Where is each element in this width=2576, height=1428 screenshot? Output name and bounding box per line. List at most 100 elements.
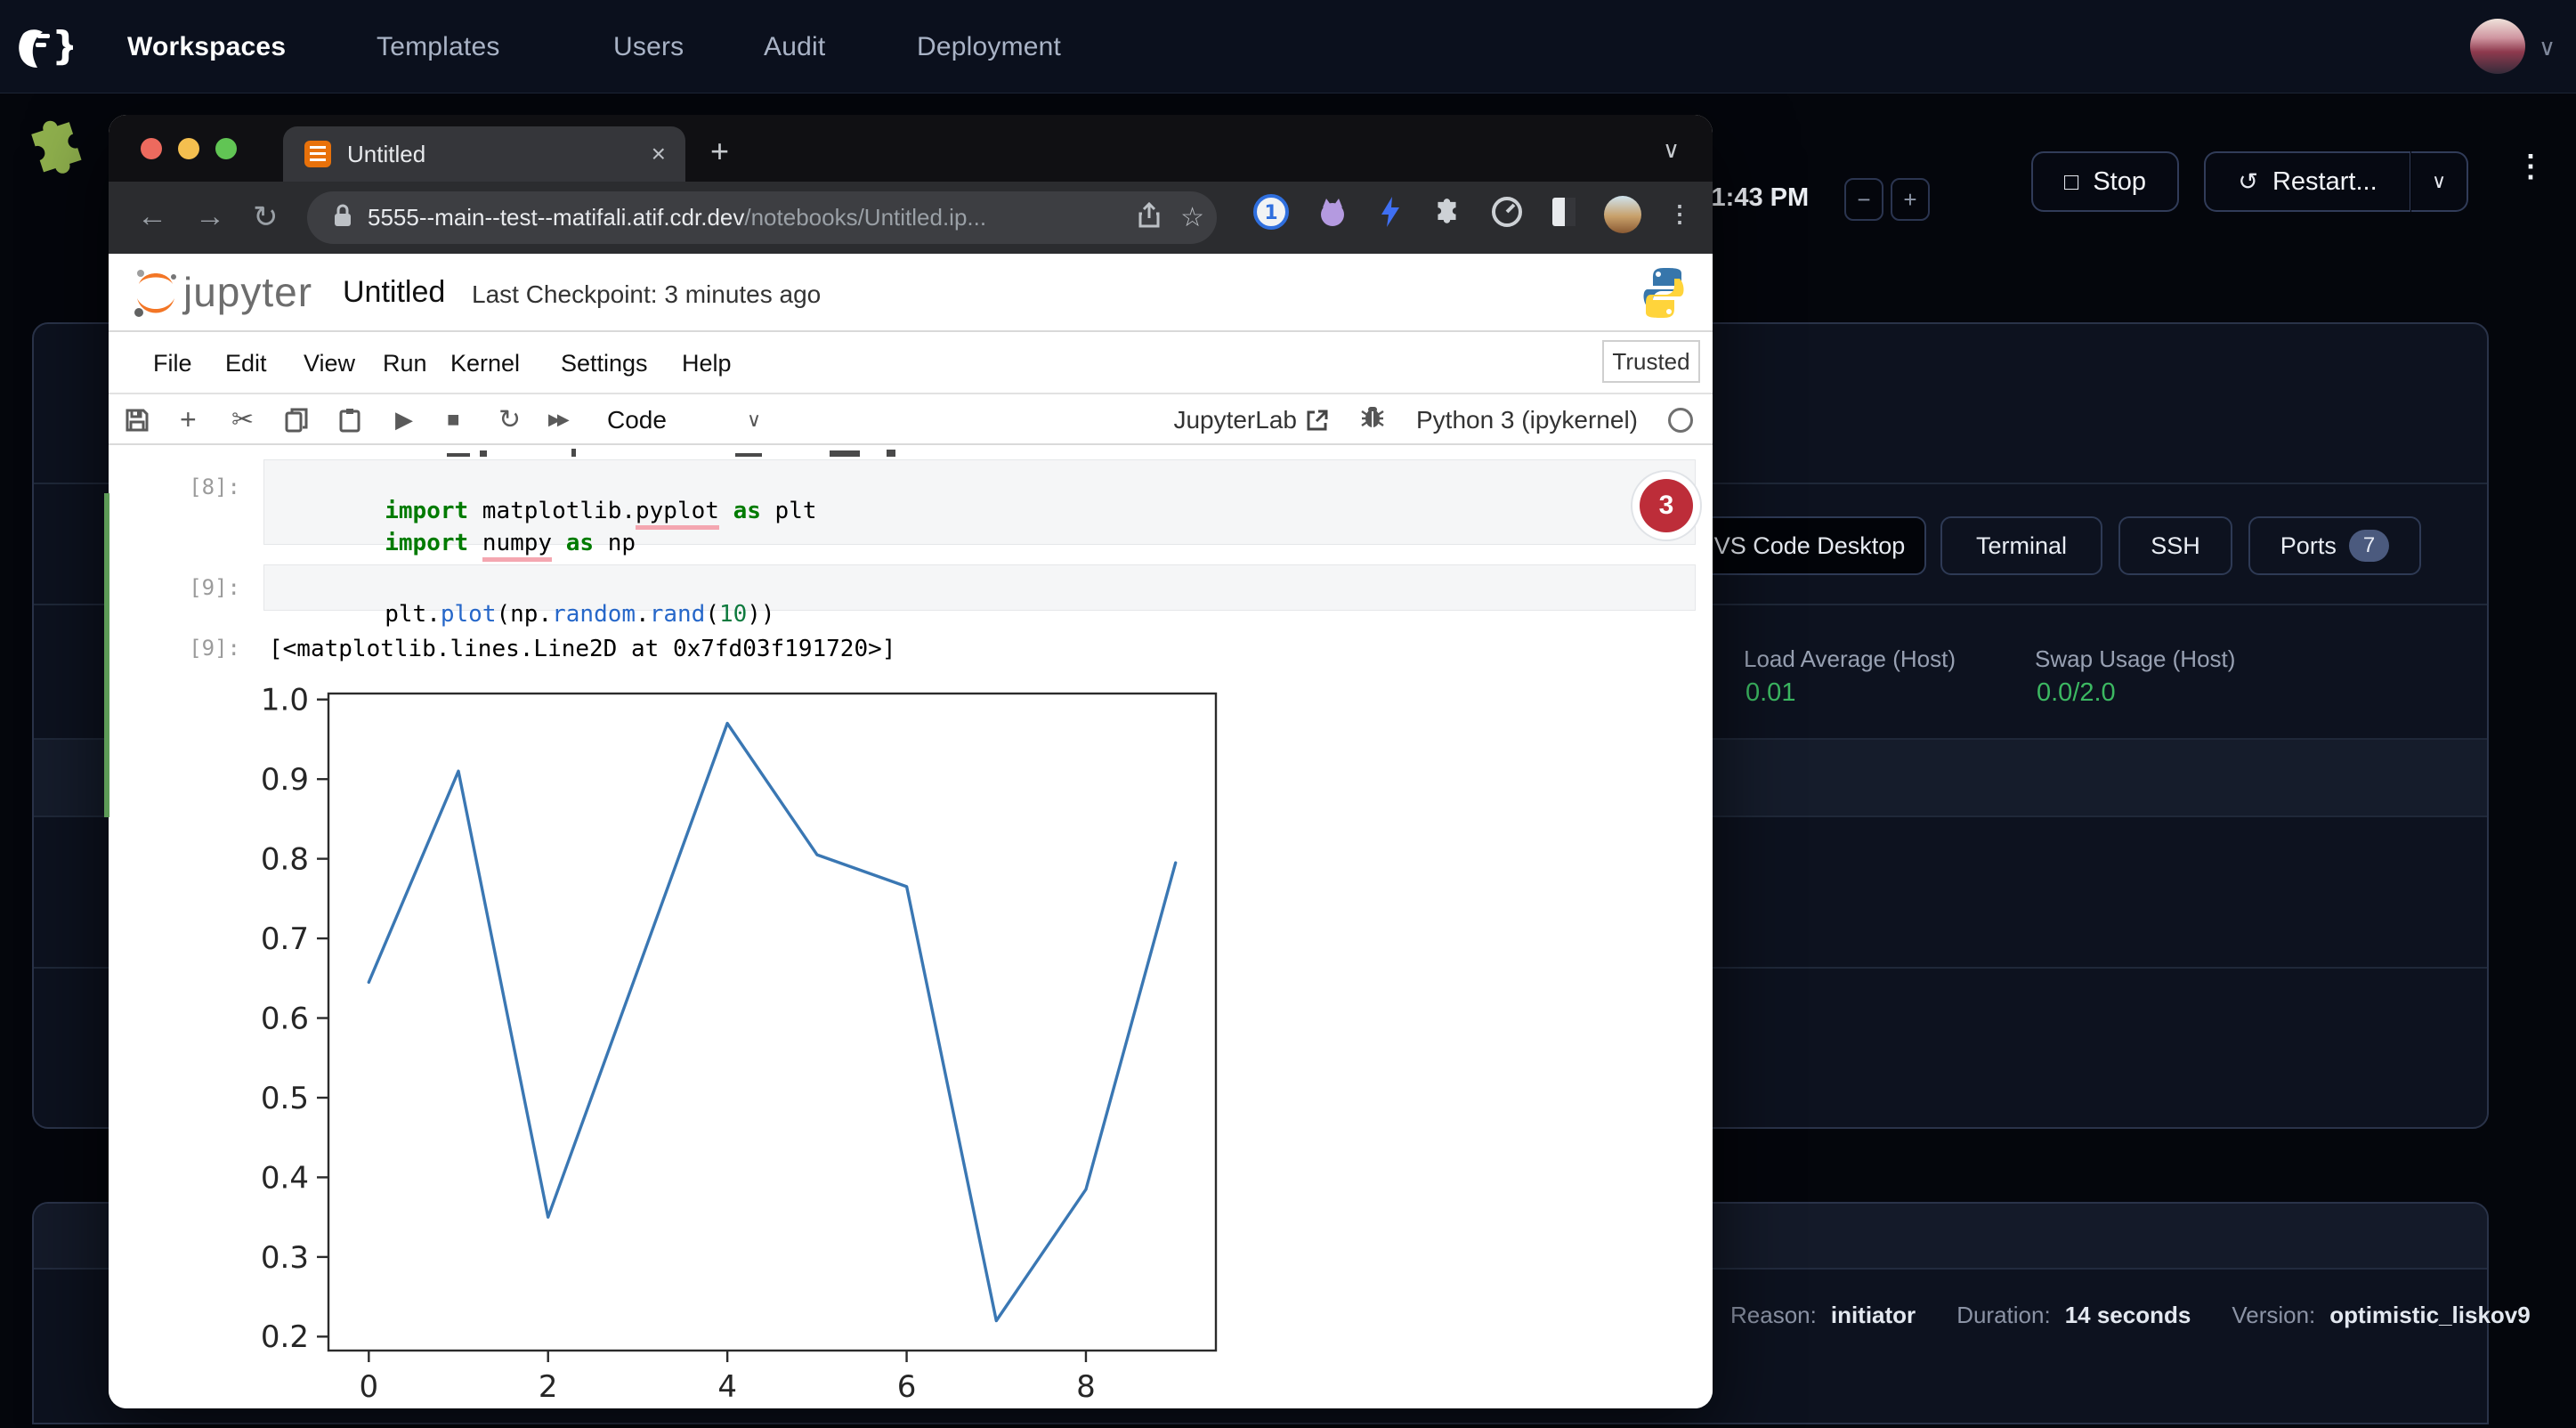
lock-icon (332, 203, 353, 232)
menu-run[interactable]: Run (383, 332, 427, 394)
output-repr: [<matplotlib.lines.Line2D at 0x7fd03f191… (269, 636, 895, 662)
forward-icon[interactable]: → (195, 199, 225, 234)
nav-item-workspaces[interactable]: Workspaces (127, 0, 286, 93)
swap-usage-value: 0.0/2.0 (2037, 678, 2116, 708)
new-tab-button[interactable]: + (710, 133, 729, 170)
notebook-title[interactable]: Untitled (343, 275, 445, 310)
trusted-button[interactable]: Trusted (1602, 340, 1700, 383)
code-cell-8[interactable]: import matplotlib.pyplot as plt import n… (263, 459, 1696, 545)
code-token: rand (650, 601, 706, 628)
svg-text:0.3: 0.3 (261, 1240, 309, 1276)
url-bar[interactable]: 5555--main--test--matifali.atif.cdr.dev/… (307, 191, 1217, 244)
code-token: np (594, 530, 636, 556)
tab-terminal[interactable]: Terminal (1940, 516, 2102, 575)
copy-cells-icon[interactable] (285, 394, 308, 445)
close-tab-icon[interactable]: × (652, 140, 666, 168)
menu-settings[interactable]: Settings (561, 332, 648, 394)
coder-logo[interactable]: } (16, 20, 73, 77)
stop-label: Stop (2093, 167, 2146, 197)
menu-view[interactable]: View (304, 332, 355, 394)
svg-text:4: 4 (717, 1369, 737, 1402)
tab-label: Ports (2280, 532, 2337, 560)
onepassword-extension-icon[interactable]: 1 (1253, 194, 1289, 234)
reload-icon[interactable]: ↻ (253, 199, 279, 235)
menu-edit[interactable]: Edit (225, 332, 267, 394)
browser-tab[interactable]: Untitled × (283, 126, 685, 182)
code-token: random (552, 601, 636, 628)
stop-button[interactable]: □ Stop (2031, 151, 2179, 212)
share-icon[interactable] (1138, 202, 1161, 233)
green-edge-bar (104, 493, 109, 817)
menu-help[interactable]: Help (682, 332, 732, 394)
extensions-puzzle-icon[interactable] (1431, 196, 1463, 232)
svg-text:}: } (52, 23, 73, 69)
svg-text:6: 6 (897, 1369, 917, 1402)
workspace-menu-button[interactable]: ⋮ (2515, 158, 2546, 174)
menu-kernel[interactable]: Kernel (450, 332, 520, 394)
zoom-in-button[interactable]: + (1891, 178, 1930, 221)
debugger-bug-icon[interactable] (1359, 404, 1386, 435)
interrupt-kernel-icon[interactable]: ■ (447, 394, 460, 445)
svg-text:8: 8 (1076, 1369, 1096, 1402)
swap-usage-label: Swap Usage (Host) (2035, 645, 2235, 673)
svg-text:2: 2 (539, 1369, 558, 1402)
browser-profile-avatar[interactable] (1604, 196, 1641, 233)
clipped-cell-line (263, 447, 1332, 457)
bookmark-star-icon[interactable]: ☆ (1180, 202, 1204, 233)
restart-icon: ↺ (2238, 168, 2258, 196)
code-token: 10 (719, 601, 747, 628)
nav-item-users[interactable]: Users (613, 0, 684, 93)
stop-icon: □ (2064, 168, 2078, 196)
menu-file[interactable]: File (153, 332, 192, 394)
restart-kernel-icon[interactable]: ↻ (498, 394, 521, 445)
code-token: import (385, 530, 468, 556)
paste-cells-icon[interactable] (338, 394, 361, 445)
cell-type-dropdown[interactable]: Code ∨ (607, 394, 761, 445)
kernel-name[interactable]: Python 3 (ipykernel) (1416, 406, 1638, 434)
minimize-window-button[interactable] (178, 138, 199, 159)
python-logo (1640, 264, 1687, 326)
tab-ports[interactable]: Ports 7 (2248, 516, 2421, 575)
tab-ssh[interactable]: SSH (2118, 516, 2232, 575)
svg-text:0.8: 0.8 (261, 842, 309, 878)
cut-cells-icon[interactable]: ✂ (231, 394, 254, 445)
chevron-down-icon: ∨ (2432, 170, 2446, 193)
code-cell-9[interactable]: plt.plot(np.random.rand(10)) (263, 564, 1696, 611)
code-token-misspelled: pyplot (636, 498, 719, 530)
jupyterlab-link[interactable]: JupyterLab (1173, 406, 1329, 434)
github-extension-icon[interactable] (1316, 195, 1349, 233)
browser-menu-icon[interactable]: ⋮ (1668, 208, 1691, 220)
tab-vscode-desktop[interactable]: VS Code Desktop (1693, 516, 1926, 575)
kernel-status-icon (1668, 408, 1693, 433)
zoom-out-button[interactable]: − (1844, 178, 1883, 221)
output-prompt: [9]: (134, 636, 240, 661)
badge-count: 3 (1640, 479, 1693, 532)
lightning-extension-icon[interactable] (1376, 195, 1405, 233)
nav-item-deployment[interactable]: Deployment (917, 0, 1061, 93)
chevron-down-icon: ∨ (747, 409, 761, 432)
run-all-icon[interactable]: ▶▶ (548, 394, 566, 445)
nav-item-templates[interactable]: Templates (377, 0, 500, 93)
maximize-window-button[interactable] (215, 138, 237, 159)
puzzle-icon (13, 105, 104, 198)
jupyter-page: jupyter Untitled Last Checkpoint: 3 minu… (109, 254, 1713, 1408)
svg-text:0.4: 0.4 (261, 1160, 309, 1196)
add-cell-icon[interactable]: + (180, 394, 197, 445)
nav-item-audit[interactable]: Audit (764, 0, 825, 93)
sidepanel-icon[interactable] (1551, 196, 1577, 232)
cell-type-value: Code (607, 406, 667, 434)
save-icon[interactable] (125, 394, 150, 445)
tab-search-icon[interactable]: ∨ (1663, 136, 1680, 164)
run-cell-icon[interactable]: ▶ (395, 394, 413, 445)
back-icon[interactable]: ← (137, 199, 167, 234)
speed-extension-icon[interactable] (1490, 195, 1524, 233)
cell9-prompt: [9]: (134, 575, 240, 600)
user-avatar[interactable] (2470, 19, 2525, 74)
tab-label: VS Code Desktop (1714, 532, 1906, 560)
restart-options-button[interactable]: ∨ (2411, 151, 2468, 212)
notification-badge[interactable]: 3 (1631, 470, 1702, 541)
duration-label: Duration: (1956, 1302, 2051, 1329)
restart-button[interactable]: ↺ Restart... (2204, 151, 2410, 212)
close-window-button[interactable] (141, 138, 162, 159)
chevron-down-icon[interactable]: ∨ (2539, 34, 2556, 61)
